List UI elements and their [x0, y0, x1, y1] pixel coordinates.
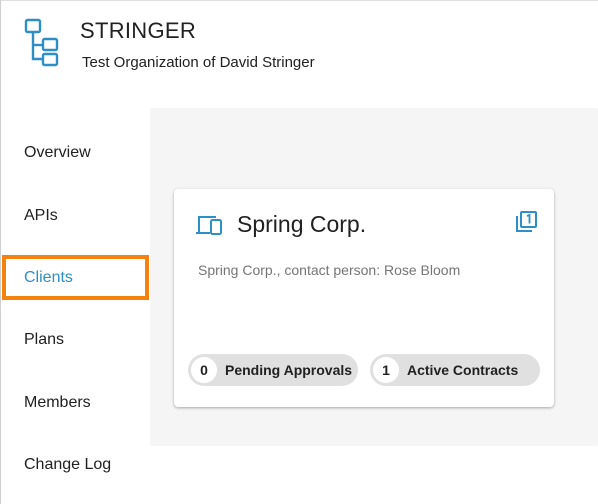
sidebar-item-apis[interactable]: APIs: [24, 207, 58, 225]
sidebar-item-plans[interactable]: Plans: [24, 331, 64, 349]
client-card[interactable]: Spring Corp. Spring Corp., contact perso…: [174, 189, 554, 407]
devices-icon: [196, 216, 222, 235]
org-name: STRINGER: [80, 18, 197, 43]
active-contracts-label: Active Contracts: [407, 362, 519, 378]
org-tree-icon: [24, 18, 59, 67]
client-name[interactable]: Spring Corp.: [237, 211, 366, 238]
clients-highlight-box: [2, 255, 149, 300]
sidebar-item-members[interactable]: Members: [24, 394, 91, 412]
pending-approvals-label: Pending Approvals: [225, 362, 353, 378]
active-contracts-chip[interactable]: 1 Active Contracts: [370, 354, 540, 386]
sidebar-item-overview[interactable]: Overview: [24, 144, 91, 162]
sidebar-item-change-log[interactable]: Change Log: [24, 456, 111, 474]
org-header: STRINGER Test Organization of David Stri…: [0, 0, 598, 100]
pending-approvals-count: 0: [191, 357, 217, 383]
active-contracts-count: 1: [373, 357, 399, 383]
client-description: Spring Corp., contact person: Rose Bloom: [198, 262, 461, 278]
filter-1-icon[interactable]: [514, 210, 538, 234]
org-description: Test Organization of David Stringer: [82, 54, 315, 71]
pending-approvals-chip[interactable]: 0 Pending Approvals: [188, 354, 358, 386]
